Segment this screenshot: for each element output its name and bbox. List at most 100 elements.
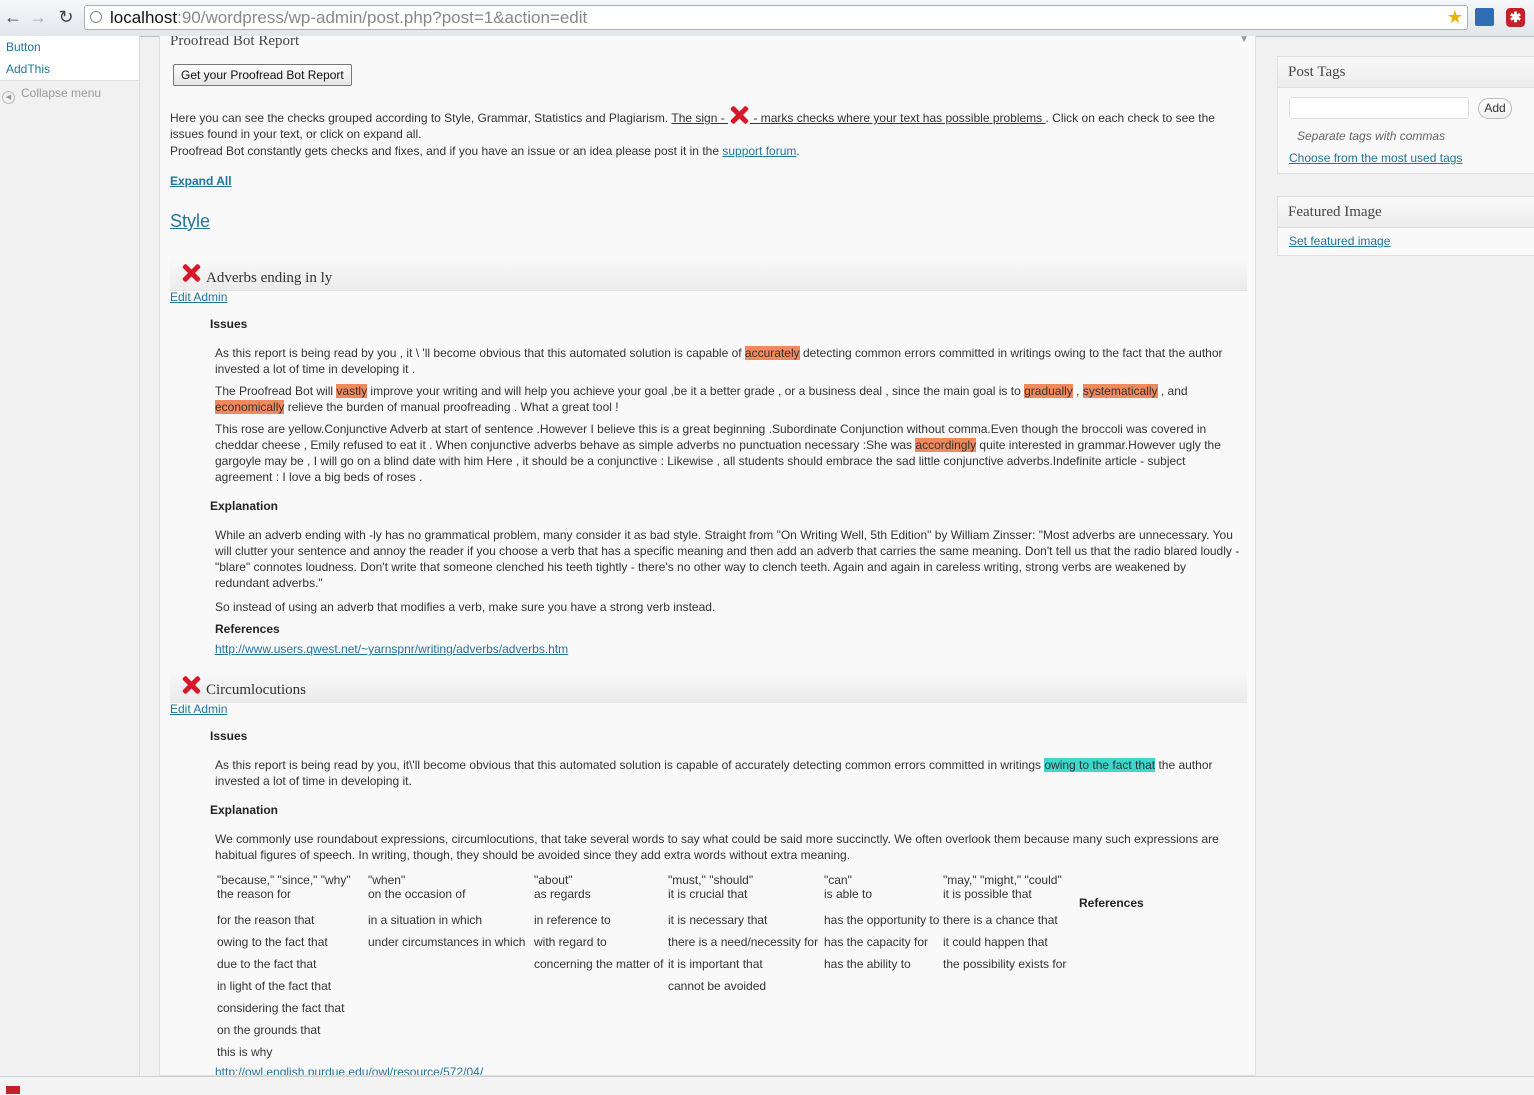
- explanation-text: We commonly use roundabout expressions, …: [215, 832, 1219, 862]
- toggle-arrow-icon[interactable]: ▼: [1239, 36, 1249, 45]
- table-cell: has the capacity for: [824, 935, 929, 949]
- table-column: "because," "since," "why" the reason for…: [217, 873, 351, 1063]
- column-head: "can": [824, 873, 852, 887]
- column-head: "may," "might," "could": [943, 873, 1062, 887]
- bookmark-star-icon[interactable]: ★: [1447, 7, 1463, 28]
- explanation-text: While an adverb ending with -ly has no g…: [215, 528, 1240, 590]
- table-column: "when" on the occasion of in a situation…: [368, 873, 525, 953]
- highlight-phrase: owing to the fact that: [1044, 758, 1156, 772]
- table-cell: considering the fact that: [217, 1001, 345, 1015]
- post-tags-box: Post Tags Add Separate tags with commas …: [1277, 56, 1534, 174]
- table-cell: in light of the fact that: [217, 979, 332, 993]
- constant-end: .: [796, 144, 800, 158]
- set-featured-image-link[interactable]: Set featured image: [1289, 234, 1390, 248]
- issue-text: relieve the burden of manual proofreadin…: [284, 400, 619, 414]
- tags-hint: Separate tags with commas: [1297, 129, 1446, 143]
- featured-image-header[interactable]: Featured Image: [1278, 197, 1534, 228]
- reference-link[interactable]: http://www.users.qwest.net/~yarnspnr/wri…: [215, 641, 568, 657]
- table-cell: with regard to: [534, 935, 607, 949]
- table-cell: under circumstances in which: [368, 935, 526, 949]
- table-cell: it is necessary that: [668, 913, 768, 927]
- support-forum-link[interactable]: support forum: [722, 144, 796, 158]
- issue-item: As this report is being read by you , it…: [215, 345, 1240, 377]
- check-header-adverbs[interactable]: Adverbs ending in ly: [170, 258, 1247, 291]
- featured-image-box: Featured Image Set featured image: [1277, 196, 1534, 256]
- highlight-word: gradually: [1024, 384, 1073, 398]
- sign-explanation: The sign - - marks checks where your tex…: [671, 111, 1045, 125]
- collapse-menu-label: Collapse menu: [21, 86, 102, 100]
- table-column: "can" is able to has the opportunity to …: [824, 873, 939, 975]
- table-cell: it is crucial that: [668, 887, 748, 901]
- reference-link[interactable]: http://owl.english.purdue.edu/owl/resour…: [215, 1064, 483, 1075]
- post-tags-title: Post Tags: [1288, 64, 1346, 80]
- tag-input[interactable]: [1289, 97, 1469, 119]
- sign-text-b: - marks checks where your text has possi…: [750, 111, 1046, 125]
- extension-window-icon[interactable]: [1475, 8, 1494, 26]
- constant-text: Proofread Bot constantly gets checks and…: [170, 144, 723, 158]
- column-head: "because," "since," "why": [217, 873, 351, 887]
- edit-admin-link[interactable]: Edit Admin: [170, 290, 227, 304]
- highlight-word: systematically: [1082, 384, 1158, 398]
- forward-arrow-icon[interactable]: →: [27, 6, 49, 28]
- url-text[interactable]: localhost:90/wordpress/wp-admin/post.php…: [110, 8, 587, 28]
- table-cell: it is important that: [668, 957, 763, 971]
- table-column: "about" as regards in reference to with …: [534, 873, 663, 975]
- references-label: References: [1079, 896, 1144, 910]
- table-cell: the possibility exists for: [943, 957, 1067, 971]
- edit-admin-link[interactable]: Edit Admin: [170, 702, 227, 716]
- report-box-header[interactable]: Proofread Bot Report ▼: [160, 36, 1255, 54]
- table-column: "may," "might," "could" it is possible t…: [943, 873, 1066, 975]
- table-cell: there is a chance that: [943, 913, 1058, 927]
- expand-all-link[interactable]: Expand All: [170, 173, 232, 189]
- table-cell: on the occasion of: [368, 887, 466, 901]
- check-header-circumlocutions[interactable]: Circumlocutions: [170, 670, 1247, 703]
- add-tag-button[interactable]: Add: [1478, 98, 1512, 119]
- issues-label: Issues: [210, 729, 248, 743]
- check-title: Adverbs ending in ly: [206, 270, 333, 286]
- back-arrow-icon[interactable]: ←: [2, 6, 24, 28]
- table-cell: there is a need/necessity for: [668, 935, 819, 949]
- column-head: "when": [368, 873, 406, 887]
- issue-text: As this report is being read by you, it\…: [215, 758, 1045, 772]
- problem-x-icon: [180, 674, 202, 696]
- table-cell: owing to the fact that: [217, 935, 328, 949]
- explanation-label: Explanation: [210, 803, 279, 817]
- intro-text: Here you can see the checks grouped acco…: [170, 111, 672, 125]
- extension-asterisk-icon[interactable]: ✱: [1506, 8, 1525, 27]
- report-title: Proofread Bot Report: [170, 36, 300, 49]
- issue-item: As this report is being read by you, it\…: [215, 757, 1240, 789]
- highlight-word: vastly: [336, 384, 368, 398]
- status-icon: [6, 1086, 20, 1094]
- post-tags-header[interactable]: Post Tags: [1278, 57, 1534, 88]
- issue-item: The Proofread Bot will vastly improve yo…: [215, 383, 1240, 415]
- table-cell: concerning the matter of: [534, 957, 664, 971]
- table-cell: cannot be avoided: [668, 979, 767, 993]
- table-cell: this is why: [217, 1045, 273, 1059]
- admin-menu-item-addthis[interactable]: AddThis: [6, 58, 139, 80]
- admin-menu: Button AddThis ◀ Collapse menu: [0, 36, 140, 1076]
- get-report-button[interactable]: Get your Proofread Bot Report: [173, 64, 352, 86]
- table-cell: has the opportunity to: [824, 913, 940, 927]
- table-cell: it is possible that: [943, 887, 1032, 901]
- problem-x-icon: [180, 262, 202, 284]
- table-column: "must," "should" it is crucial that it i…: [668, 873, 818, 997]
- reload-icon[interactable]: ↻: [55, 6, 77, 28]
- table-cell: in reference to: [534, 913, 611, 927]
- admin-menu-item-button[interactable]: Button: [6, 36, 139, 58]
- page-info-icon[interactable]: [90, 11, 102, 23]
- issue-text: The Proofread Bot will: [215, 384, 337, 398]
- url-path: :90/wordpress/wp-admin/post.php?post=1&a…: [177, 8, 588, 27]
- table-cell: for the reason that: [217, 913, 315, 927]
- table-cell: the reason for: [217, 887, 292, 901]
- table-cell: is able to: [824, 887, 873, 901]
- style-heading-link[interactable]: Style: [170, 211, 210, 232]
- issue-text: , and: [1157, 384, 1188, 398]
- admin-submenu: Button AddThis: [0, 36, 139, 81]
- issue-item: This rose are yellow.Conjunctive Adverb …: [215, 421, 1240, 485]
- collapse-menu[interactable]: ◀ Collapse menu: [2, 86, 101, 104]
- address-bar[interactable]: localhost:90/wordpress/wp-admin/post.php…: [84, 5, 1468, 30]
- highlight-word: accurately: [744, 346, 800, 360]
- check-title: Circumlocutions: [206, 682, 306, 698]
- url-host: localhost: [110, 8, 178, 27]
- choose-tags-link[interactable]: Choose from the most used tags: [1289, 151, 1462, 165]
